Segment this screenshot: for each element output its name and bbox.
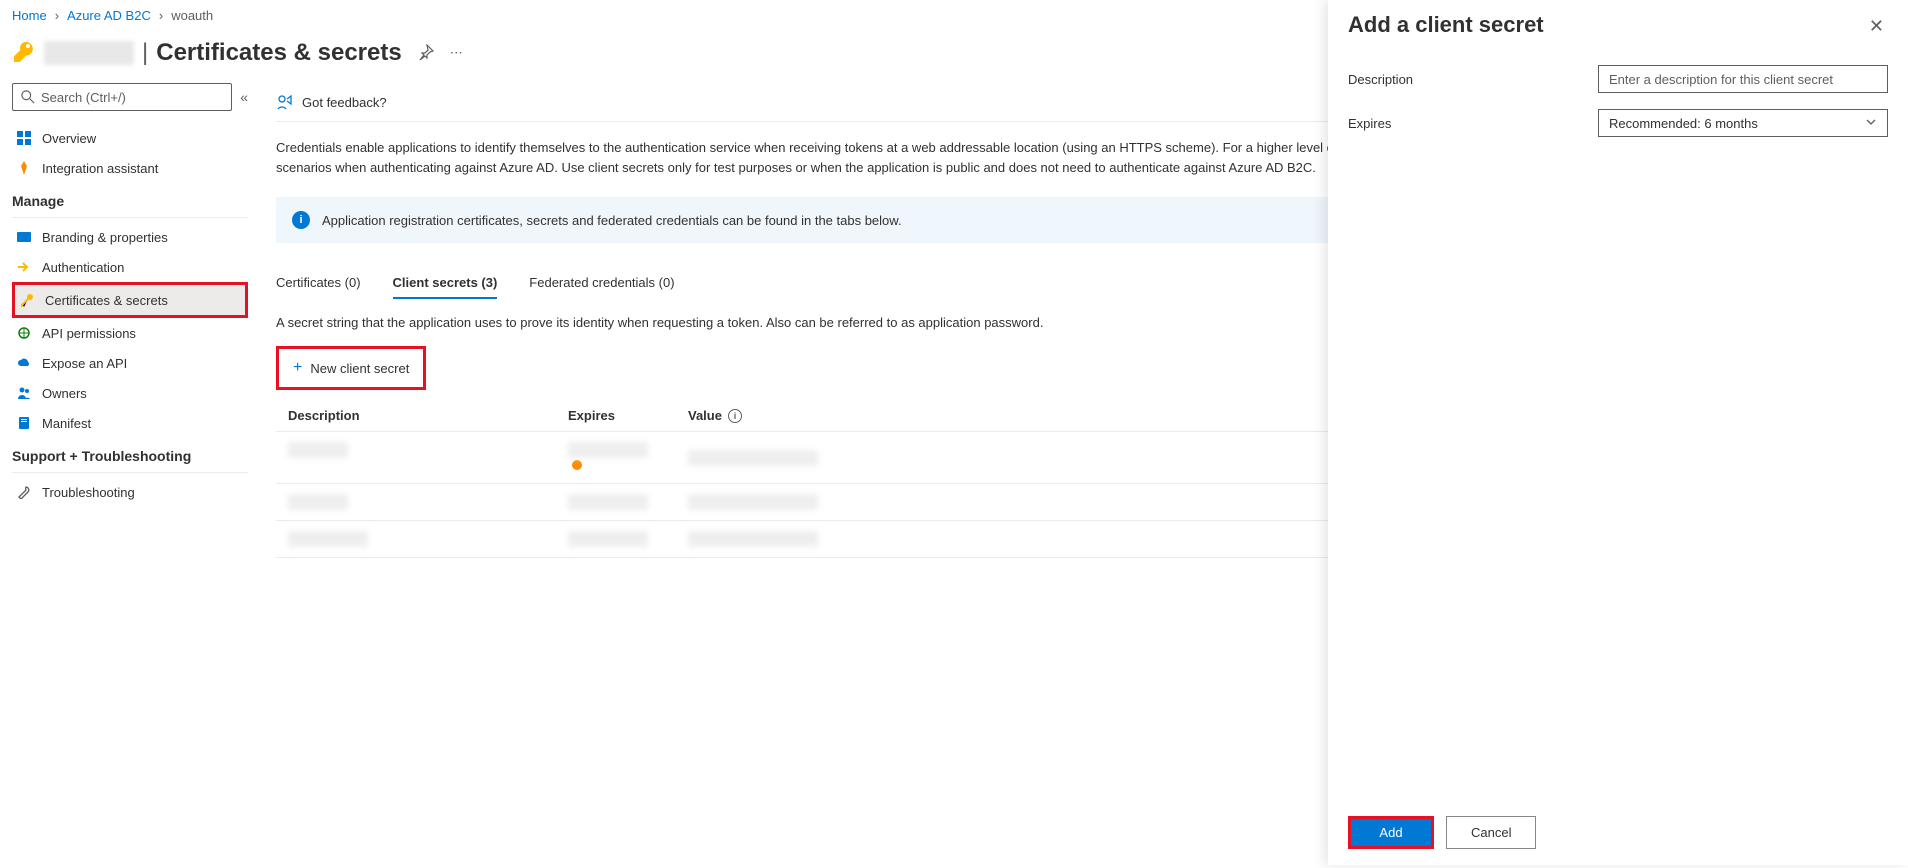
redacted-cell [288, 442, 348, 458]
col-description: Description [288, 408, 568, 423]
api-icon [16, 325, 32, 341]
sidebar-section-manage: Manage [12, 183, 248, 218]
sidebar-item-label: Troubleshooting [42, 485, 135, 500]
app-name-redacted [44, 41, 134, 65]
manifest-icon [16, 415, 32, 431]
pin-icon[interactable] [418, 44, 434, 63]
tab-client-secrets[interactable]: Client secrets (3) [393, 267, 498, 298]
redacted-cell [568, 442, 648, 458]
sidebar-item-authentication[interactable]: Authentication [12, 252, 248, 282]
redacted-cell [688, 494, 818, 510]
chevron-down-icon [1865, 116, 1877, 131]
sidebar-item-label: API permissions [42, 326, 136, 341]
sidebar-item-label: Expose an API [42, 356, 127, 371]
feedback-icon [276, 93, 294, 111]
chevron-right-icon: › [159, 8, 163, 23]
feedback-label: Got feedback? [302, 95, 387, 110]
sidebar-item-label: Integration assistant [42, 161, 158, 176]
panel-title: Add a client secret [1348, 12, 1544, 38]
people-icon [16, 385, 32, 401]
cancel-button[interactable]: Cancel [1446, 816, 1536, 849]
sidebar-item-owners[interactable]: Owners [12, 378, 248, 408]
plus-icon: + [293, 359, 302, 377]
description-label: Description [1348, 72, 1598, 87]
breadcrumb-current: woauth [171, 8, 213, 23]
search-icon [21, 90, 35, 104]
expires-label: Expires [1348, 116, 1598, 131]
sidebar-item-overview[interactable]: Overview [12, 123, 248, 153]
description-input[interactable] [1598, 65, 1888, 93]
sidebar-item-manifest[interactable]: Manifest [12, 408, 248, 438]
add-button[interactable]: Add [1351, 819, 1431, 846]
sidebar-item-label: Authentication [42, 260, 124, 275]
redacted-cell [568, 494, 648, 510]
more-icon[interactable]: ⋯ [450, 45, 463, 61]
sidebar-item-label: Manifest [42, 416, 91, 431]
sidebar-item-label: Owners [42, 386, 87, 401]
redacted-cell [688, 531, 818, 547]
expires-value: Recommended: 6 months [1609, 116, 1758, 131]
search-input-wrapper[interactable] [12, 83, 232, 111]
wrench-icon [16, 484, 32, 500]
sidebar: « Overview Integration assistant Manage … [0, 83, 260, 868]
cloud-icon [16, 355, 32, 371]
auth-icon [16, 259, 32, 275]
sidebar-item-expose-api[interactable]: Expose an API [12, 348, 248, 378]
key-icon [19, 292, 35, 308]
sidebar-item-integration[interactable]: Integration assistant [12, 153, 248, 183]
redacted-cell [288, 531, 368, 547]
redacted-cell [288, 494, 348, 510]
new-client-secret-button[interactable]: + New client secret [285, 355, 417, 381]
sidebar-item-api-permissions[interactable]: API permissions [12, 318, 248, 348]
redacted-cell [688, 450, 818, 466]
new-secret-label: New client secret [310, 361, 409, 376]
add-secret-panel: Add a client secret ✕ Description Expire… [1328, 0, 1908, 865]
info-icon: i [292, 211, 310, 229]
key-icon [12, 40, 44, 67]
branding-icon [16, 229, 32, 245]
grid-icon [16, 130, 32, 146]
col-expires: Expires [568, 408, 688, 423]
expires-select[interactable]: Recommended: 6 months [1598, 109, 1888, 137]
info-banner-text: Application registration certificates, s… [322, 213, 902, 228]
page-title: Certificates & secrets [156, 39, 401, 67]
sidebar-item-branding[interactable]: Branding & properties [12, 222, 248, 252]
sidebar-item-label: Overview [42, 131, 96, 146]
redacted-cell [568, 531, 648, 547]
sidebar-item-troubleshooting[interactable]: Troubleshooting [12, 477, 248, 507]
sidebar-section-support: Support + Troubleshooting [12, 438, 248, 473]
collapse-sidebar-icon[interactable]: « [240, 89, 248, 105]
sidebar-item-label: Certificates & secrets [45, 293, 168, 308]
info-icon[interactable]: i [728, 409, 742, 423]
title-separator: | [142, 39, 148, 67]
rocket-icon [16, 160, 32, 176]
close-icon[interactable]: ✕ [1865, 12, 1888, 41]
sidebar-item-label: Branding & properties [42, 230, 168, 245]
warning-dot-icon [572, 460, 582, 470]
tab-certificates[interactable]: Certificates (0) [276, 267, 361, 298]
tab-federated[interactable]: Federated credentials (0) [529, 267, 674, 298]
search-input[interactable] [41, 90, 223, 105]
breadcrumb-home[interactable]: Home [12, 8, 47, 23]
breadcrumb-level1[interactable]: Azure AD B2C [67, 8, 151, 23]
chevron-right-icon: › [55, 8, 59, 23]
sidebar-item-certificates[interactable]: Certificates & secrets [12, 282, 248, 318]
